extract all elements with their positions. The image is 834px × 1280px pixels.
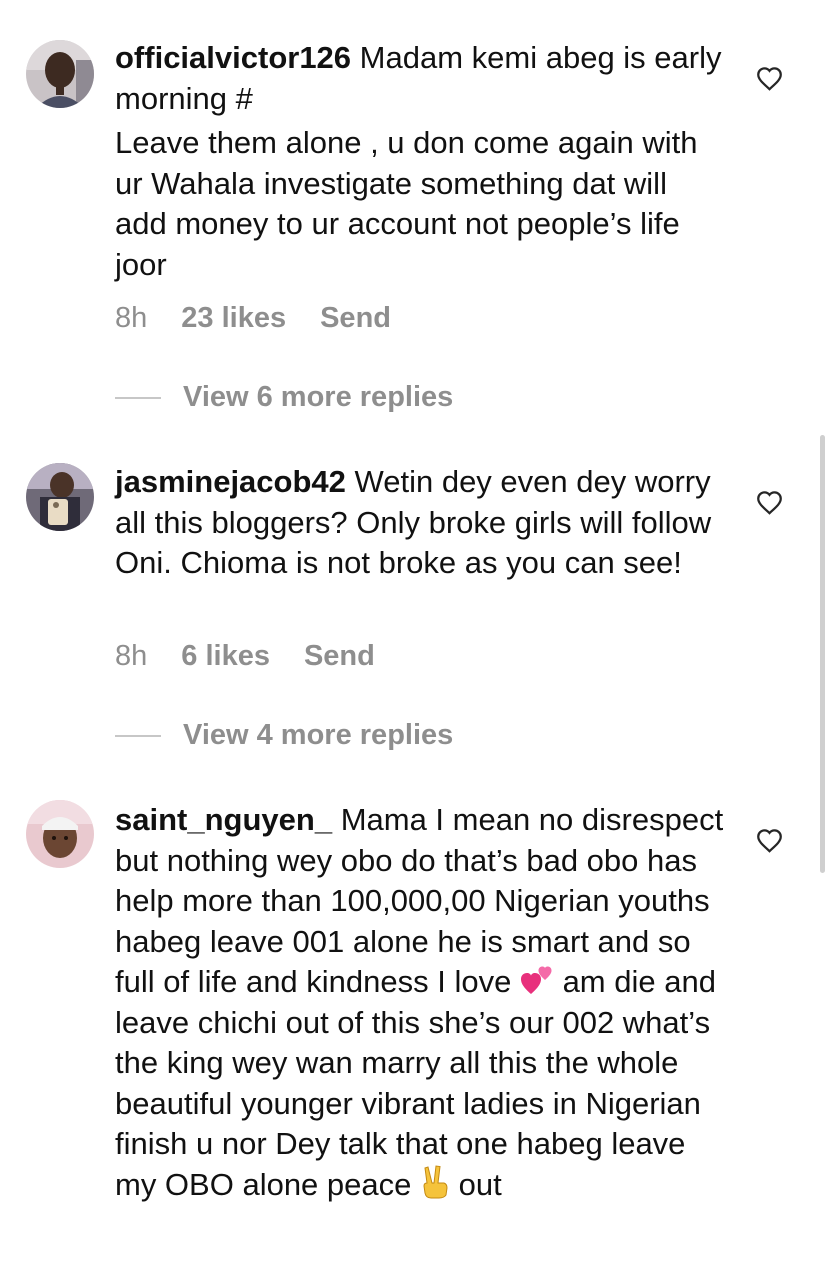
heart-outline-icon[interactable] — [756, 66, 783, 91]
likes-count[interactable]: 23 likes — [181, 302, 286, 334]
profile-photo-icon — [26, 40, 94, 108]
divider-line — [115, 397, 161, 400]
comment-meta: 8h 23 likes Send — [115, 302, 425, 335]
comment-message-continued: Leave them alone , u don come again with… — [115, 125, 698, 282]
victory-hand-emoji-icon — [423, 1164, 448, 1198]
comment-message-end: out — [450, 1166, 502, 1202]
comment-message-continued: am die and leave chichi out of this she’… — [115, 964, 716, 1202]
heart-outline-icon[interactable] — [756, 490, 783, 515]
view-replies-label: View 4 more replies — [183, 719, 454, 751]
avatar[interactable] — [26, 800, 94, 868]
send-button[interactable]: Send — [304, 640, 375, 672]
profile-photo-icon — [26, 800, 94, 868]
view-replies-button[interactable]: View 6 more replies — [115, 381, 453, 414]
send-button[interactable]: Send — [320, 302, 391, 334]
comment-meta: 8h 6 likes Send — [115, 640, 409, 673]
two-hearts-emoji-icon — [520, 966, 552, 994]
view-replies-label: View 6 more replies — [183, 381, 454, 413]
likes-count[interactable]: 6 likes — [181, 640, 270, 672]
divider-line — [115, 735, 161, 738]
comment-text: saint_nguyen_ Mama I mean no disrespect … — [115, 800, 725, 1205]
username[interactable]: jasminejacob42 — [115, 464, 346, 499]
view-replies-button[interactable]: View 4 more replies — [115, 719, 453, 752]
comment-text: jasminejacob42 Wetin dey even dey worry … — [115, 462, 725, 584]
timestamp: 8h — [115, 302, 148, 334]
avatar[interactable] — [26, 463, 94, 531]
heart-outline-icon[interactable] — [756, 828, 783, 853]
username[interactable]: officialvictor126 — [115, 40, 351, 75]
timestamp: 8h — [115, 640, 148, 672]
scrollbar[interactable] — [820, 435, 825, 873]
avatar[interactable] — [26, 40, 94, 108]
profile-photo-icon — [26, 463, 94, 531]
comment-text: officialvictor126 Madam kemi abeg is ear… — [115, 38, 725, 285]
username[interactable]: saint_nguyen_ — [115, 802, 332, 837]
